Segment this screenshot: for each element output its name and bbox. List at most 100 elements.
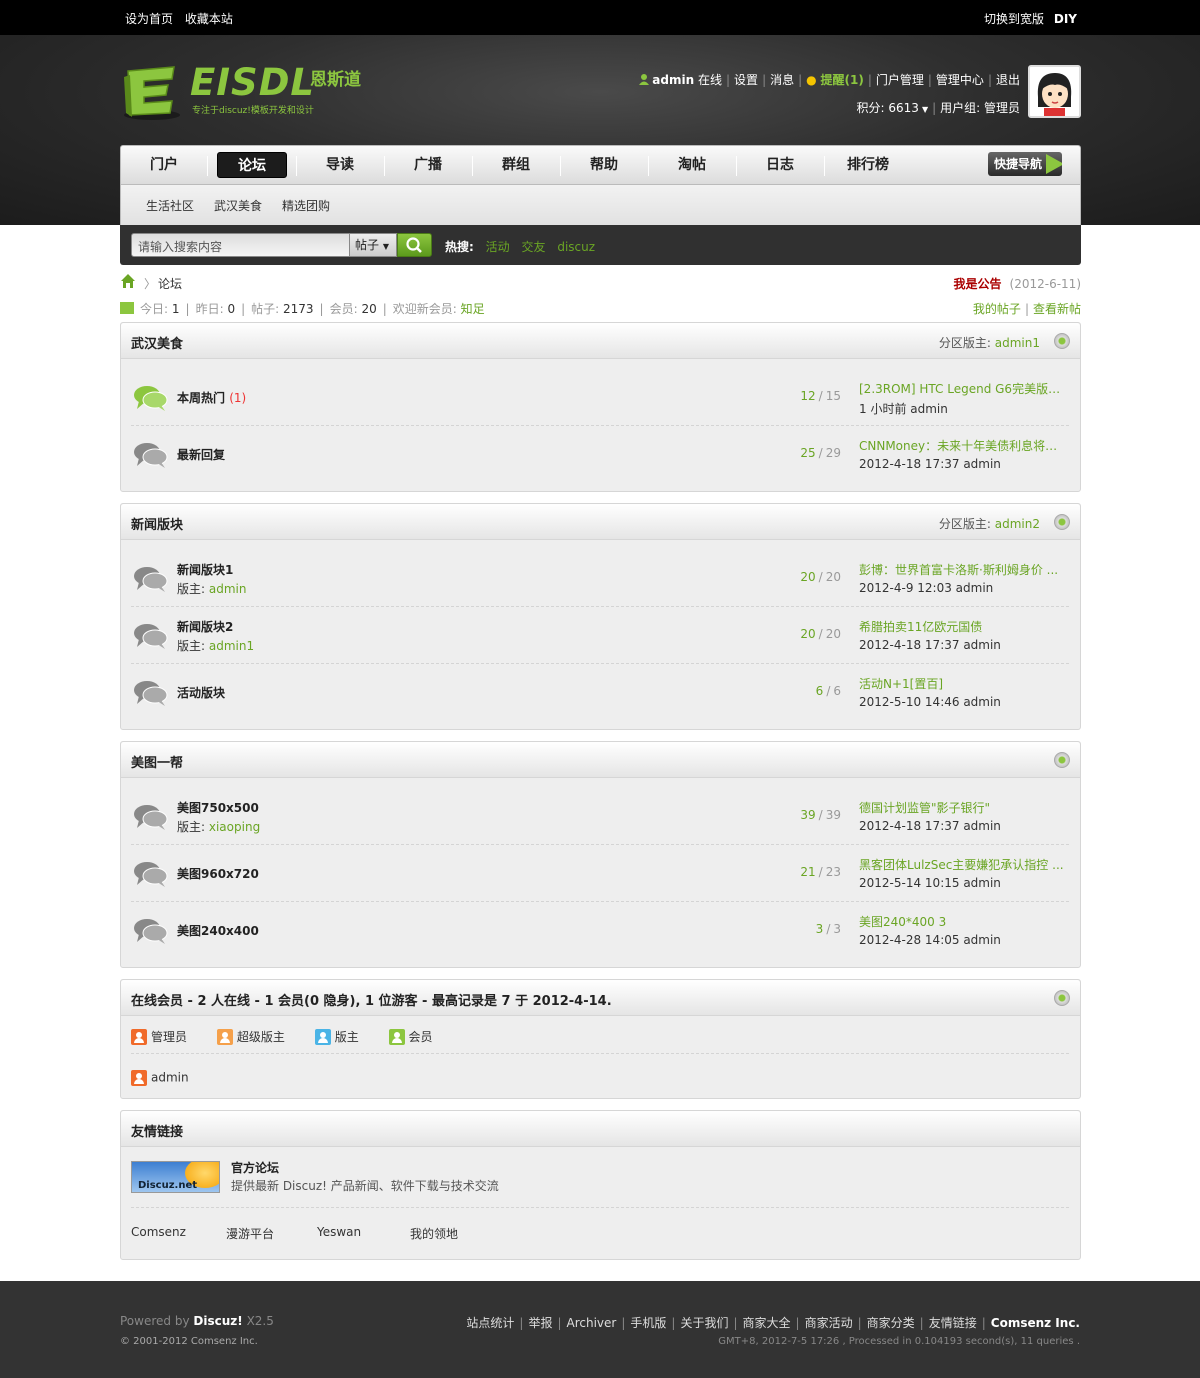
forum-counts: 12/15 xyxy=(800,389,841,403)
last-post-link[interactable]: CNNMoney：未来十年美债利息将达 ... xyxy=(859,437,1069,454)
footer-link[interactable]: 商家分类 xyxy=(867,1316,915,1330)
messages-link[interactable]: 消息 xyxy=(770,73,794,87)
last-post-link[interactable]: 彭博：世界首富卡洛斯·斯利姆身价 ... xyxy=(859,561,1069,578)
forum-name[interactable]: 美图240x400 xyxy=(177,922,259,939)
footer-company-link[interactable]: Comsenz Inc. xyxy=(991,1316,1080,1330)
search-button[interactable] xyxy=(397,233,432,257)
favorite-link[interactable]: 收藏本站 xyxy=(185,12,233,26)
last-post-link[interactable]: 希腊拍卖11亿欧元国债 xyxy=(859,618,1069,635)
nav-blog[interactable]: 日志 xyxy=(745,152,815,178)
moderator-link[interactable]: admin2 xyxy=(995,517,1040,531)
admin-center-link[interactable]: 管理中心 xyxy=(936,73,984,87)
remind-link[interactable]: 提醒(1) xyxy=(820,73,863,87)
last-post-link[interactable]: 美图240*400 3 xyxy=(859,913,1069,930)
forum-icon[interactable] xyxy=(133,859,169,889)
text-link[interactable]: 我的领地 xyxy=(410,1225,458,1242)
subnav-item-food[interactable]: 武汉美食 xyxy=(214,197,262,214)
portal-admin-link[interactable]: 门户管理 xyxy=(876,73,924,87)
chevron-down-icon[interactable]: ▼ xyxy=(922,105,928,114)
diy-link[interactable]: DIY xyxy=(1054,12,1077,26)
forum-moderator-link[interactable]: xiaoping xyxy=(209,820,260,834)
last-post-link[interactable]: 德国计划监管"影子银行" xyxy=(859,799,1069,816)
collapse-toggle-icon[interactable] xyxy=(1054,752,1070,768)
forum-icon[interactable] xyxy=(133,621,169,651)
footer-link[interactable]: 关于我们 xyxy=(680,1316,728,1330)
switch-width-link[interactable]: 切换到宽版 xyxy=(984,12,1044,26)
collapse-toggle-icon[interactable] xyxy=(1054,333,1070,349)
announcement-title[interactable]: 我是公告 xyxy=(954,277,1002,291)
forum-name[interactable]: 美图960x720 xyxy=(177,865,259,882)
username-link[interactable]: admin xyxy=(652,73,694,87)
hot-search-item[interactable]: discuz xyxy=(557,240,595,254)
category-box: 新闻版块 分区版主: admin2 新闻版块1 版主: admin 20/20 … xyxy=(120,503,1081,730)
credits-dropdown[interactable]: 积分: 6613 xyxy=(857,101,919,115)
category-title[interactable]: 武汉美食 xyxy=(131,333,183,352)
category-title[interactable]: 新闻版块 xyxy=(131,514,183,533)
subnav-item-life[interactable]: 生活社区 xyxy=(146,197,194,214)
official-forum-link[interactable]: 官方论坛 xyxy=(231,1159,279,1176)
forum-name[interactable]: 美图750x500 xyxy=(177,799,259,816)
discuz-logo-link[interactable]: Discuz.net xyxy=(131,1161,220,1193)
nav-portal[interactable]: 门户 xyxy=(133,152,195,178)
logout-link[interactable]: 退出 xyxy=(996,73,1020,87)
footer-link[interactable]: 举报 xyxy=(528,1316,552,1330)
online-user[interactable]: admin xyxy=(131,1070,189,1086)
site-logo[interactable]: EISDL 恩斯道 专注于discuz!模板开发和设计 xyxy=(122,59,362,123)
nav-ranking[interactable]: 排行榜 xyxy=(833,152,903,178)
collapse-toggle-icon[interactable] xyxy=(1054,990,1070,1006)
announcement[interactable]: 我是公告 (2012-6-11) xyxy=(954,275,1081,292)
set-home-link[interactable]: 设为首页 xyxy=(125,12,173,26)
subnav-item-groupbuy[interactable]: 精选团购 xyxy=(282,197,330,214)
top-bar: 设为首页 收藏本站 切换到宽版 DIY xyxy=(0,0,1200,35)
footer-link[interactable]: Archiver xyxy=(567,1316,617,1330)
footer-link[interactable]: 手机版 xyxy=(630,1316,666,1330)
footer-link[interactable]: 站点统计 xyxy=(466,1316,514,1330)
forum-name[interactable]: 活动版块 xyxy=(177,684,225,701)
nav-help[interactable]: 帮助 xyxy=(569,152,639,178)
forum-icon[interactable] xyxy=(133,564,169,594)
nav-collection[interactable]: 淘帖 xyxy=(657,152,727,178)
text-link[interactable]: Comsenz xyxy=(131,1225,186,1239)
text-link[interactable]: Yeswan xyxy=(317,1225,361,1239)
forum-icon[interactable] xyxy=(133,916,169,946)
category-title[interactable]: 美图一帮 xyxy=(131,752,183,771)
forum-name[interactable]: 本周热门 (1) xyxy=(177,389,246,406)
collapse-toggle-icon[interactable] xyxy=(1054,514,1070,530)
forum-icon[interactable] xyxy=(133,678,169,708)
forum-last-post: 美图240*400 3 2012-4-28 14:05 admin xyxy=(859,913,1069,947)
view-new-link[interactable]: 查看新帖 xyxy=(1033,302,1081,316)
newest-member-link[interactable]: 知足 xyxy=(461,302,485,316)
search-type-select[interactable]: 帖子 ▼ xyxy=(349,233,397,257)
nav-guide[interactable]: 导读 xyxy=(305,152,375,178)
forum-moderator-link[interactable]: admin xyxy=(209,582,247,596)
discuz-link[interactable]: Discuz! xyxy=(193,1314,242,1328)
forum-icon[interactable] xyxy=(133,440,169,470)
avatar[interactable] xyxy=(1028,65,1081,118)
my-posts-link[interactable]: 我的帖子 xyxy=(973,302,1021,316)
last-post-link[interactable]: 黑客团体LulzSec主要嫌犯承认指控 ... xyxy=(859,856,1069,873)
footer-link[interactable]: 友情链接 xyxy=(929,1316,977,1330)
quick-nav-button[interactable]: 快捷导航 xyxy=(988,152,1062,176)
forum-icon[interactable] xyxy=(133,802,169,832)
nav-group[interactable]: 群组 xyxy=(481,152,551,178)
forum-name[interactable]: 新闻版块1 xyxy=(177,561,233,578)
text-link[interactable]: 漫游平台 xyxy=(226,1225,274,1242)
settings-link[interactable]: 设置 xyxy=(734,73,758,87)
forum-moderator-link[interactable]: admin1 xyxy=(209,639,254,653)
online-title[interactable]: 在线会员 - 2 人在线 - 1 会员(0 隐身), 1 位游客 - 最高记录是… xyxy=(131,990,612,1009)
online-user-name[interactable]: admin xyxy=(151,1071,189,1085)
forum-hot-icon[interactable] xyxy=(133,383,169,413)
hot-search-item[interactable]: 活动 xyxy=(486,240,510,254)
search-input[interactable]: 请输入搜索内容 xyxy=(131,233,351,257)
nav-broadcast[interactable]: 广播 xyxy=(393,152,463,178)
last-post-link[interactable]: 活动N+1[置百] xyxy=(859,675,1069,692)
footer-link[interactable]: 商家活动 xyxy=(805,1316,853,1330)
forum-name[interactable]: 新闻版块2 xyxy=(177,618,233,635)
moderator-link[interactable]: admin1 xyxy=(995,336,1040,350)
hot-search-item[interactable]: 交友 xyxy=(521,240,545,254)
home-icon[interactable] xyxy=(120,273,136,289)
forum-name[interactable]: 最新回复 xyxy=(177,446,225,463)
nav-forum[interactable]: 论坛 xyxy=(217,152,287,178)
last-post-link[interactable]: [2.3ROM] HTC Legend G6完美版本 ... xyxy=(859,380,1069,397)
footer-link[interactable]: 商家大全 xyxy=(743,1316,791,1330)
